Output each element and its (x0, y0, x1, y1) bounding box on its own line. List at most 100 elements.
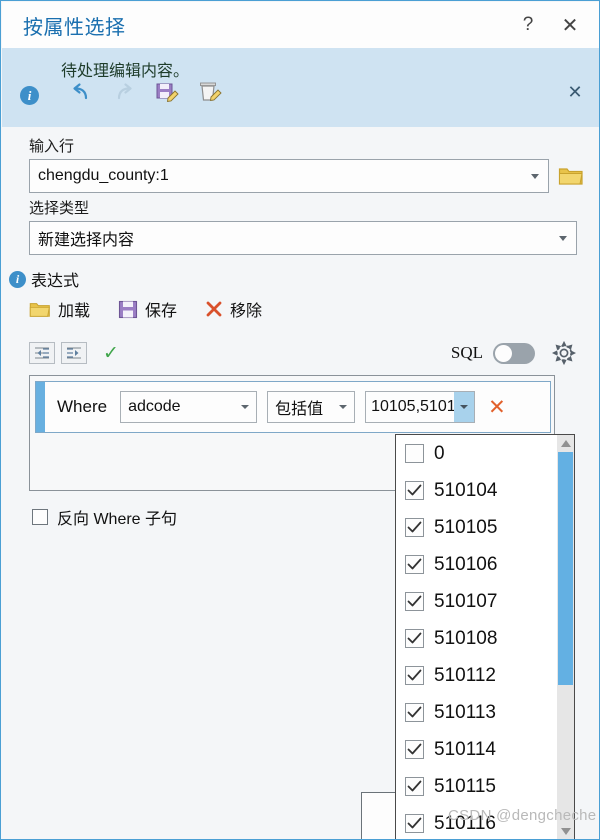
checkbox-checked-icon[interactable] (405, 777, 424, 796)
value-dropdown-item-label: 510108 (434, 627, 498, 649)
expression-actions: 加载 保存 移除 (29, 297, 262, 321)
value-dropdown-item-label: 510114 (434, 738, 496, 760)
value-dropdown-item-label: 510116 (434, 812, 496, 834)
checkbox-checked-icon[interactable] (405, 518, 424, 537)
checkbox-checked-icon[interactable] (405, 814, 424, 833)
invert-where-clause-row[interactable]: 反向 Where 子句 (32, 505, 177, 529)
value-dropdown-item[interactable]: 510116 (396, 805, 558, 839)
value-dropdown-item-label: 0 (434, 442, 445, 464)
discard-edits-icon[interactable] (197, 79, 223, 105)
save-expression-button[interactable]: 保存 (118, 297, 177, 321)
expression-toolbar: ✓ SQL (29, 339, 577, 367)
checkbox-checked-icon[interactable] (405, 555, 424, 574)
where-clause-row: Where adcode 包括值 10105,510107, ✕ (35, 381, 551, 433)
load-expression-button[interactable]: 加载 (29, 297, 90, 321)
value-dropdown-item[interactable]: 510114 (396, 731, 558, 768)
remove-expression-button[interactable]: 移除 (205, 297, 262, 321)
chevron-down-icon (460, 405, 469, 409)
save-expression-label: 保存 (145, 303, 178, 320)
checkbox-checked-icon[interactable] (405, 740, 424, 759)
remove-clause-button[interactable]: ✕ (488, 395, 506, 420)
sql-mode-toggle[interactable] (493, 342, 535, 364)
value-dropdown-list: 0 510104 510105 510106 510107 510108 510112 510… (395, 434, 575, 839)
value-dropdown-item[interactable]: 510104 (396, 472, 558, 509)
input-row-combo[interactable]: chengdu_county:1 (29, 159, 549, 193)
checkbox-checked-icon[interactable] (405, 666, 424, 685)
floppy-icon (118, 300, 138, 318)
load-expression-label: 加载 (58, 303, 91, 320)
edit-tools (68, 79, 223, 105)
invert-where-label: 反向 Where 子句 (57, 511, 178, 528)
validate-expression-button[interactable]: ✓ (103, 342, 119, 365)
invert-where-checkbox[interactable] (32, 509, 48, 525)
checkbox-checked-icon[interactable] (405, 592, 424, 611)
value-dropdown-scrollbar[interactable] (557, 435, 574, 839)
clause-field-value: adcode (128, 398, 181, 415)
input-row-value: chengdu_county:1 (38, 167, 169, 184)
redo-icon[interactable] (111, 79, 137, 105)
chevron-down-icon (559, 235, 567, 241)
help-button[interactable]: ? (507, 5, 549, 45)
dismiss-infobar-button[interactable]: ✕ (562, 79, 588, 105)
clause-operator-value: 包括值 (275, 401, 324, 418)
clause-accent-bar (36, 382, 45, 432)
checkbox-unchecked-icon[interactable] (405, 444, 424, 463)
select-by-attributes-dialog: 按属性选择 ? ✕ 待处理编辑内容。 i ✕ 输入行 chengdu_count… (0, 0, 600, 840)
toggle-knob (495, 344, 512, 362)
value-dropdown-item-label: 510112 (434, 664, 496, 686)
checkbox-checked-icon[interactable] (405, 481, 424, 500)
value-dropdown-item-label: 510107 (434, 590, 498, 612)
clause-operator-combo[interactable]: 包括值 (267, 391, 356, 423)
value-dropdown-item[interactable]: 510112 (396, 657, 558, 694)
save-edits-icon[interactable] (154, 79, 180, 105)
value-dropdown-item[interactable]: 510106 (396, 546, 558, 583)
undo-icon[interactable] (68, 79, 94, 105)
value-dropdown-item-label: 510104 (434, 479, 498, 501)
title-bar-buttons: ? ✕ (507, 5, 599, 45)
browse-layer-button[interactable] (556, 161, 586, 191)
close-button[interactable]: ✕ (549, 5, 591, 45)
value-dropdown-item[interactable]: 0 (396, 435, 558, 472)
scroll-down-button[interactable] (557, 823, 574, 839)
chevron-down-icon (241, 405, 250, 409)
clause-value-combo[interactable]: 10105,510107, (365, 391, 476, 423)
value-dropdown-item-label: 510106 (434, 553, 498, 575)
title-bar: 按属性选择 ? ✕ (2, 2, 599, 48)
selection-type-combo[interactable]: 新建选择内容 (29, 221, 577, 255)
x-icon (206, 301, 222, 317)
settings-button[interactable] (551, 340, 577, 366)
folder-icon (558, 168, 583, 185)
value-dropdown-item-label: 510113 (434, 701, 496, 723)
scroll-up-button[interactable] (557, 435, 574, 452)
outdent-icon[interactable] (29, 342, 55, 364)
checkbox-checked-icon[interactable] (405, 703, 424, 722)
sql-mode-group: SQL (451, 340, 577, 366)
page-title: 按属性选择 (23, 16, 126, 39)
input-row-label: 输入行 (29, 138, 75, 155)
value-dropdown-item[interactable]: 510115 (396, 768, 558, 805)
remove-expression-label: 移除 (230, 303, 263, 320)
where-keyword: Where (57, 397, 108, 416)
value-dropdown-item[interactable]: 510113 (396, 694, 558, 731)
info-icon: i (9, 270, 26, 288)
chevron-down-icon (531, 173, 539, 179)
selection-type-value: 新建选择内容 (38, 232, 135, 249)
pending-edits-bar: 待处理编辑内容。 i ✕ (2, 48, 599, 127)
gear-icon (552, 341, 576, 365)
value-dropdown-item[interactable]: 510107 (396, 583, 558, 620)
clause-field-combo[interactable]: adcode (120, 391, 258, 423)
value-dropdown-item[interactable]: 510105 (396, 509, 558, 546)
chevron-down-icon (339, 405, 348, 409)
sql-mode-label: SQL (450, 343, 483, 362)
value-dropdown-item-label: 510115 (434, 775, 496, 797)
expression-header: i 表达式 (9, 267, 79, 291)
clause-value-dropdown-button[interactable] (454, 392, 475, 422)
scrollbar-thumb[interactable] (558, 452, 573, 685)
indent-icon[interactable] (61, 342, 87, 364)
value-dropdown-item[interactable]: 510108 (396, 620, 558, 657)
clause-value-text: 10105,510107, (371, 398, 456, 415)
checkbox-checked-icon[interactable] (405, 629, 424, 648)
expression-title: 表达式 (31, 273, 80, 290)
folder-icon (29, 302, 50, 317)
pending-edits-message: 待处理编辑内容。 (61, 63, 190, 80)
